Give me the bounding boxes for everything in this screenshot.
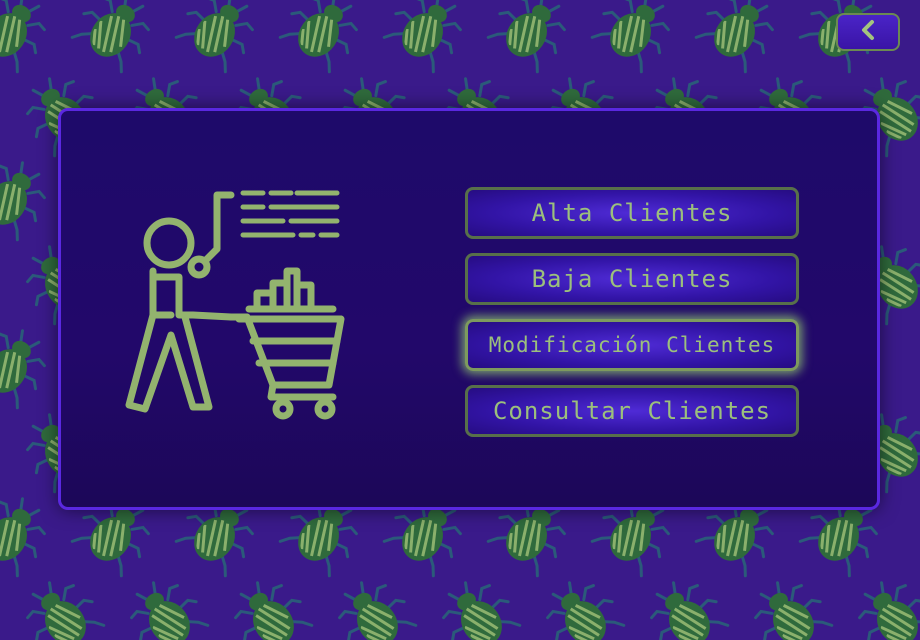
back-button[interactable] — [836, 13, 900, 51]
alta-clientes-button[interactable]: Alta Clientes — [465, 187, 799, 239]
chevron-left-icon — [858, 19, 878, 45]
main-panel: Alta Clientes Baja Clientes Modificación… — [58, 108, 880, 510]
client-menu: Alta Clientes Baja Clientes Modificación… — [465, 187, 799, 451]
baja-clientes-button[interactable]: Baja Clientes — [465, 253, 799, 305]
shopper-with-cart-icon — [125, 190, 345, 420]
consultar-clientes-button[interactable]: Consultar Clientes — [465, 385, 799, 437]
modificacion-clientes-button[interactable]: Modificación Clientes — [465, 319, 799, 371]
